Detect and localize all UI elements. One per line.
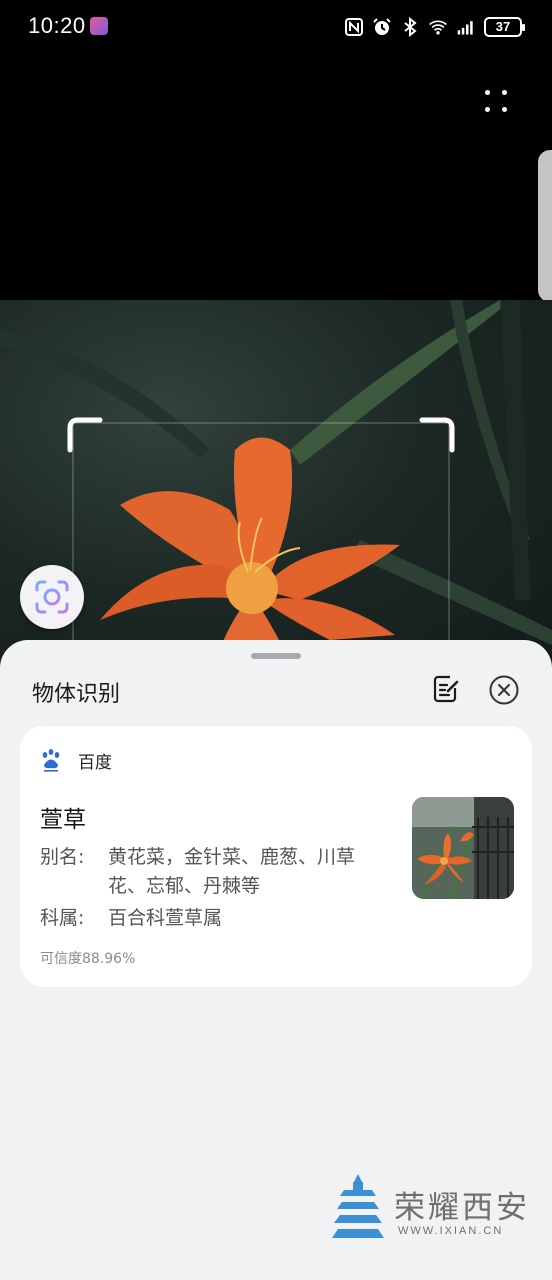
nfc-icon — [345, 18, 363, 36]
alarm-icon — [373, 18, 391, 35]
alias-label: 别名: — [40, 846, 85, 868]
lens-scan-icon — [35, 580, 69, 614]
lens-scan-button[interactable] — [20, 565, 84, 629]
status-icons: 37 — [344, 14, 525, 40]
wifi-icon — [429, 20, 447, 35]
family-label: 科属: — [40, 907, 85, 929]
confidence-score: 可信度88.96% — [40, 951, 136, 967]
tower-logo-icon — [332, 1174, 384, 1238]
edit-note-icon[interactable] — [432, 674, 460, 704]
watermark-url: WWW.IXIAN.CN — [398, 1225, 504, 1237]
more-options-button[interactable] — [478, 84, 514, 120]
plant-name: 萱草 — [40, 807, 86, 833]
result-thumbnail[interactable] — [412, 797, 514, 899]
source-name: 百度 — [78, 753, 112, 773]
status-time: 10:20 — [28, 13, 86, 38]
captured-photo — [0, 300, 552, 680]
sheet-drag-handle[interactable] — [251, 653, 301, 659]
side-panel-handle[interactable] — [538, 150, 552, 302]
app-notification-icon — [90, 17, 108, 35]
family-value: 百合科萱草属 — [108, 907, 223, 929]
bluetooth-icon — [404, 17, 417, 37]
result-card[interactable]: 百度 萱草 别名: 黄花菜，金针菜、鹿葱、川草花、忘郁、丹棘等 科属: 百合科萱… — [20, 726, 532, 987]
watermark-title: 荣耀西安 — [394, 1190, 530, 1226]
close-circle-icon[interactable] — [488, 674, 520, 706]
sheet-title: 物体识别 — [32, 682, 121, 707]
more-vertical-icon — [485, 90, 490, 95]
signal-icon — [457, 21, 473, 35]
camera-viewer-top — [0, 56, 552, 300]
watermark: 荣耀西安 WWW.IXIAN.CN — [332, 1172, 532, 1244]
status-bar: 10:20 37 — [0, 0, 552, 56]
battery-indicator: 37 — [484, 17, 525, 37]
alias-value: 黄花菜，金针菜、鹿葱、川草花、忘郁、丹棘等 — [108, 846, 356, 897]
baidu-paw-icon — [42, 749, 60, 772]
